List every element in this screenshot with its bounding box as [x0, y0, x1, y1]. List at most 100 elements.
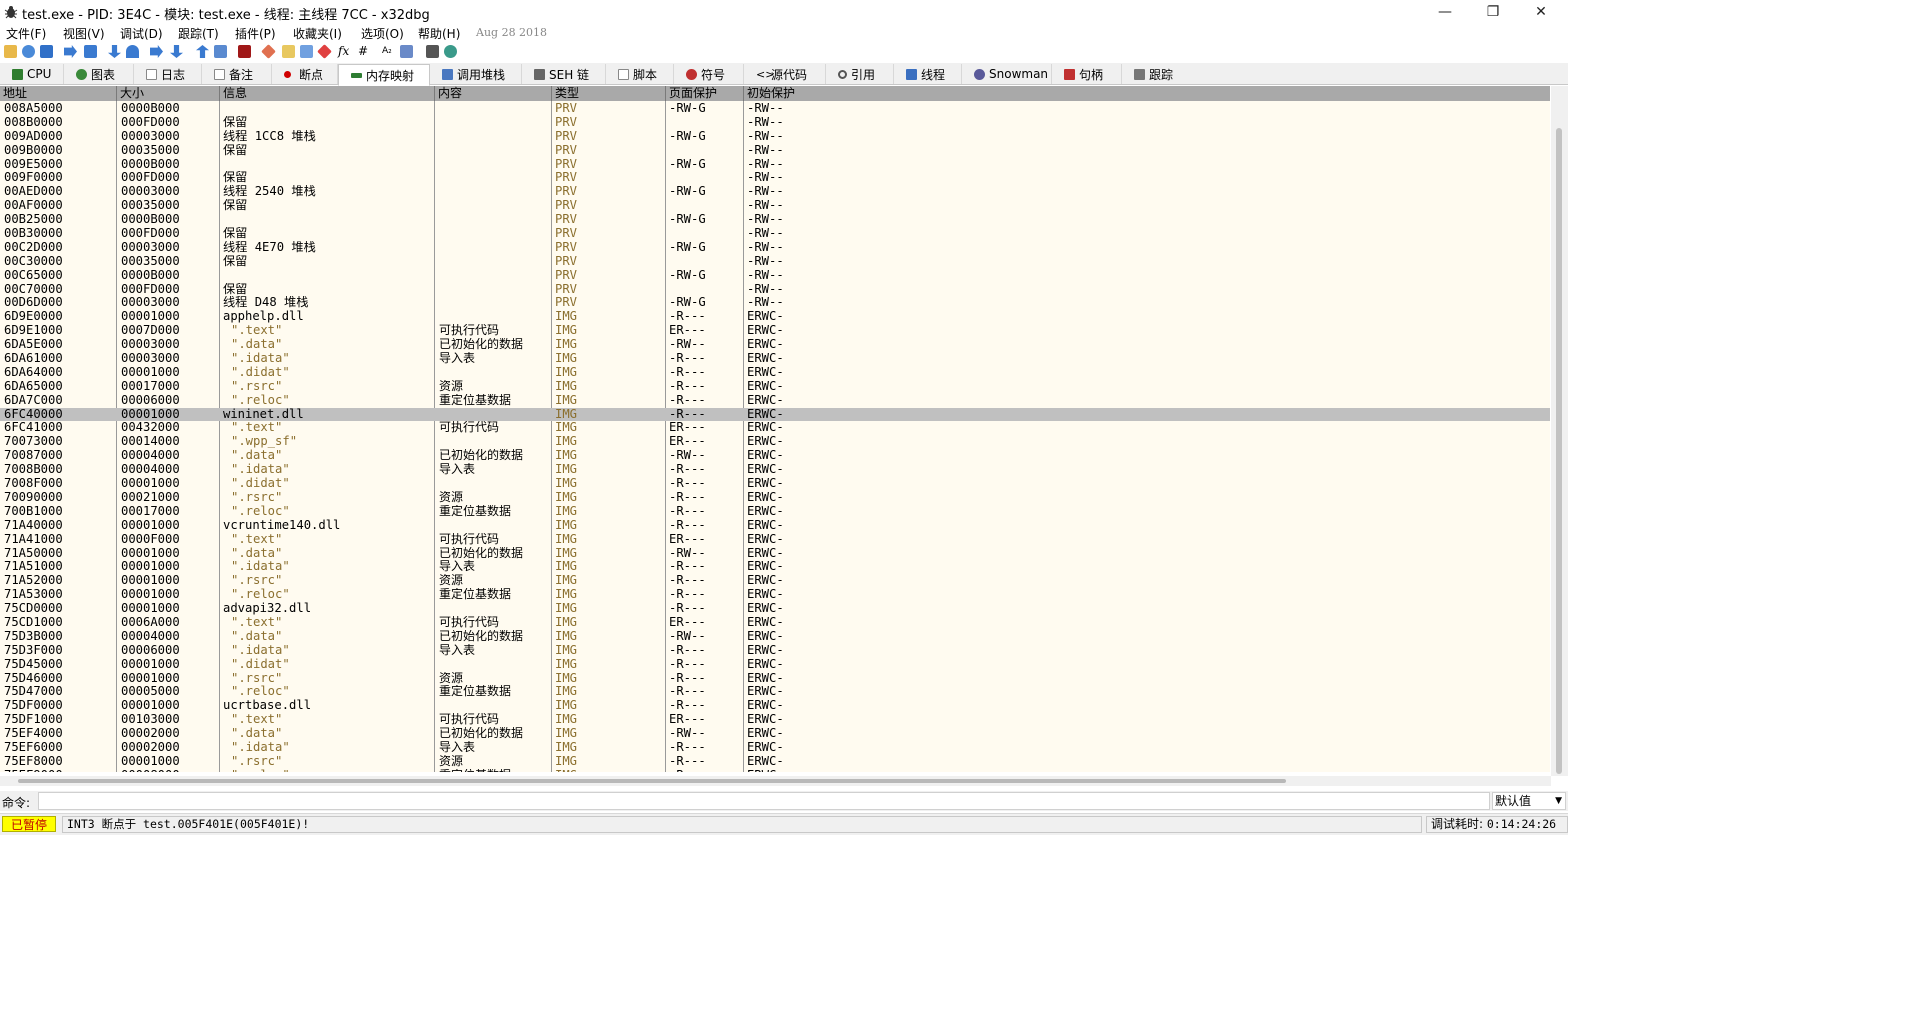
scrollbar-thumb[interactable]	[18, 779, 1286, 783]
tab-cpu[interactable]: CPU	[0, 64, 64, 84]
menu-view[interactable]: 视图(V)	[63, 25, 105, 42]
table-row[interactable]: 71A40000 00001000 vcruntime140.dll IMG -R---…	[0, 519, 1550, 533]
table-row[interactable]: 6DA61000 00003000 ".idata" 导入表 IMG -R--- ERWC-	[0, 352, 1550, 366]
tab-threads[interactable]: 线程	[894, 64, 962, 84]
table-row[interactable]: 008B0000 000FD000 保留 PRV -RW--	[0, 116, 1550, 130]
table-row[interactable]: 75D45000 00001000 ".didat" IMG -R--- ERWC-	[0, 658, 1550, 672]
table-row[interactable]: 75DF1000 00103000 ".text" 可执行代码 IMG ER--- ERWC…	[0, 713, 1550, 727]
table-row[interactable]: 7008B000 00004000 ".idata" 导入表 IMG -R--- ERWC-	[0, 463, 1550, 477]
command-mode-select[interactable]: 默认值 ▼	[1492, 792, 1566, 810]
table-row[interactable]: 75EF9000 00008000 ".reloc" 重定位基数据 IMG -R--- ER…	[0, 769, 1550, 772]
pause-icon[interactable]	[84, 45, 97, 58]
column-header-initial-protection[interactable]: 初始保护	[744, 86, 1550, 101]
table-row[interactable]: 6D9E1000 0007D000 ".text" 可执行代码 IMG ER--- ERWC…	[0, 324, 1550, 338]
table-row[interactable]: 6DA7C000 00006000 ".reloc" 重定位基数据 IMG -R--- ER…	[0, 394, 1550, 408]
label-icon[interactable]	[300, 45, 313, 58]
table-row[interactable]: 00C2D000 00003000 线程 4E70 堆栈 PRV -RW-G -RW--	[0, 241, 1550, 255]
column-header-type[interactable]: 类型	[552, 86, 666, 101]
tab-memory-map[interactable]: 内存映射	[338, 64, 430, 86]
function-icon[interactable]: fx	[338, 45, 351, 58]
table-row[interactable]: 71A41000 0000F000 ".text" 可执行代码 IMG ER--- ERWC…	[0, 533, 1550, 547]
tab-trace[interactable]: 跟踪	[1122, 64, 1190, 84]
tab-seh[interactable]: SEH 链	[522, 64, 606, 84]
bookmark-icon[interactable]	[317, 44, 332, 59]
scylla-icon[interactable]	[238, 45, 251, 58]
tab-graph[interactable]: 图表	[64, 64, 134, 84]
table-row[interactable]: 75EF6000 00002000 ".idata" 导入表 IMG -R--- ERWC-	[0, 741, 1550, 755]
tab-notes[interactable]: 备注	[202, 64, 272, 84]
hash-icon[interactable]: #	[358, 45, 371, 58]
table-row[interactable]: 70087000 00004000 ".data" 已初始化的数据 IMG -RW-- ER…	[0, 449, 1550, 463]
table-row[interactable]: 700B1000 00017000 ".reloc" 重定位基数据 IMG -R--- ER…	[0, 505, 1550, 519]
table-row[interactable]: 71A51000 00001000 ".idata" 导入表 IMG -R--- ERWC-	[0, 560, 1550, 574]
table-row[interactable]: 009B0000 00035000 保留 PRV -RW--	[0, 144, 1550, 158]
table-row[interactable]: 00AED000 00003000 线程 2540 堆栈 PRV -RW-G -RW--	[0, 185, 1550, 199]
table-row[interactable]: 00AF0000 00035000 保留 PRV -RW--	[0, 199, 1550, 213]
tab-script[interactable]: 脚本	[606, 64, 674, 84]
table-row[interactable]: 75EF8000 00001000 ".rsrc" 资源 IMG -R--- ERWC-	[0, 755, 1550, 769]
close-button[interactable]: ✕	[1518, 0, 1564, 24]
table-row[interactable]: 70090000 00021000 ".rsrc" 资源 IMG -R--- ERWC-	[0, 491, 1550, 505]
table-row[interactable]: 71A52000 00001000 ".rsrc" 资源 IMG -R--- ERWC-	[0, 574, 1550, 588]
table-row[interactable]: 71A53000 00001000 ".reloc" 重定位基数据 IMG -R--- ER…	[0, 588, 1550, 602]
memory-map-table[interactable]: 地址 大小 信息 内容 类型 页面保护 初始保护 008A5000 0000B00…	[0, 86, 1550, 772]
menu-options[interactable]: 选项(O)	[361, 25, 404, 42]
table-row[interactable]: 75CD1000 0006A000 ".text" 可执行代码 IMG ER--- ERWC…	[0, 616, 1550, 630]
memory-icon[interactable]	[426, 45, 439, 58]
table-row[interactable]: 75EF4000 00002000 ".data" 已初始化的数据 IMG -RW-- ER…	[0, 727, 1550, 741]
table-row[interactable]: 71A50000 00001000 ".data" 已初始化的数据 IMG -RW-- ER…	[0, 547, 1550, 561]
command-input[interactable]	[38, 792, 1490, 810]
menu-help[interactable]: 帮助(H)	[418, 25, 460, 42]
tab-snowman[interactable]: Snowman	[962, 64, 1052, 84]
tab-log[interactable]: 日志	[134, 64, 202, 84]
tab-symbols[interactable]: 符号	[674, 64, 744, 84]
about-icon[interactable]	[444, 45, 457, 58]
table-row[interactable]: 00B30000 000FD000 保留 PRV -RW--	[0, 227, 1550, 241]
menu-favorites[interactable]: 收藏夹(I)	[293, 25, 342, 42]
run-to-user-code-icon[interactable]	[214, 45, 227, 58]
menu-file[interactable]: 文件(F)	[6, 25, 46, 42]
table-row[interactable]: 75D3B000 00004000 ".data" 已初始化的数据 IMG -RW-- ER…	[0, 630, 1550, 644]
column-header-address[interactable]: 地址	[0, 86, 117, 101]
table-row[interactable]: 6FC40000 00001000 wininet.dll IMG -R--- ERWC-	[0, 407, 1550, 422]
trace-into-icon[interactable]	[150, 45, 163, 58]
menu-plugins[interactable]: 插件(P)	[235, 25, 276, 42]
restart-icon[interactable]	[22, 45, 35, 58]
column-header-content[interactable]: 内容	[435, 86, 552, 101]
tab-source[interactable]: <> 源代码	[744, 64, 826, 84]
table-row[interactable]: 6DA5E000 00003000 ".data" 已初始化的数据 IMG -RW-- ER…	[0, 338, 1550, 352]
table-row[interactable]: 75CD0000 00001000 advapi32.dll IMG -R--- ERWC…	[0, 602, 1550, 616]
trace-over-icon[interactable]	[170, 45, 183, 58]
table-row[interactable]: 75DF0000 00001000 ucrtbase.dll IMG -R--- ERWC…	[0, 699, 1550, 713]
stop-icon[interactable]	[40, 45, 53, 58]
tab-references[interactable]: 引用	[826, 64, 894, 84]
table-row[interactable]: 75D46000 00001000 ".rsrc" 资源 IMG -R--- ERWC-	[0, 672, 1550, 686]
table-row[interactable]: 7008F000 00001000 ".didat" IMG -R--- ERWC-	[0, 477, 1550, 491]
table-row[interactable]: 75D47000 00005000 ".reloc" 重定位基数据 IMG -R--- ER…	[0, 685, 1550, 699]
table-row[interactable]: 6DA65000 00017000 ".rsrc" 资源 IMG -R--- ERWC-	[0, 380, 1550, 394]
restore-button[interactable]: ❐	[1470, 0, 1516, 24]
table-row[interactable]: 009E5000 0000B000 PRV -RW-G -RW--	[0, 158, 1550, 172]
comment-icon[interactable]	[282, 45, 295, 58]
table-row[interactable]: 009F0000 000FD000 保留 PRV -RW--	[0, 171, 1550, 185]
vertical-scrollbar[interactable]	[1551, 86, 1568, 776]
menu-debug[interactable]: 调试(D)	[120, 25, 163, 42]
table-row[interactable]: 008A5000 0000B000 PRV -RW-G -RW--	[0, 102, 1550, 116]
open-icon[interactable]	[4, 45, 17, 58]
column-header-size[interactable]: 大小	[117, 86, 220, 101]
scrollbar-thumb[interactable]	[1556, 128, 1562, 774]
menu-trace[interactable]: 跟踪(T)	[178, 25, 219, 42]
strings-icon[interactable]: A₂	[382, 45, 395, 58]
table-row[interactable]: 6FC41000 00432000 ".text" 可执行代码 IMG ER--- ERWC…	[0, 421, 1550, 435]
table-row[interactable]: 6DA64000 00001000 ".didat" IMG -R--- ERWC-	[0, 366, 1550, 380]
table-row[interactable]: 00C30000 00035000 保留 PRV -RW--	[0, 255, 1550, 269]
patch-icon[interactable]	[261, 44, 276, 59]
table-row[interactable]: 6D9E0000 00001000 apphelp.dll IMG -R--- ERWC-	[0, 310, 1550, 324]
column-header-info[interactable]: 信息	[220, 86, 435, 101]
table-row[interactable]: 75D3F000 00006000 ".idata" 导入表 IMG -R--- ERWC-	[0, 644, 1550, 658]
horizontal-scrollbar[interactable]	[0, 776, 1551, 786]
run-icon[interactable]	[64, 45, 77, 58]
step-into-icon[interactable]	[108, 45, 121, 58]
calls-icon[interactable]	[400, 45, 413, 58]
minimize-button[interactable]: —	[1422, 0, 1468, 24]
